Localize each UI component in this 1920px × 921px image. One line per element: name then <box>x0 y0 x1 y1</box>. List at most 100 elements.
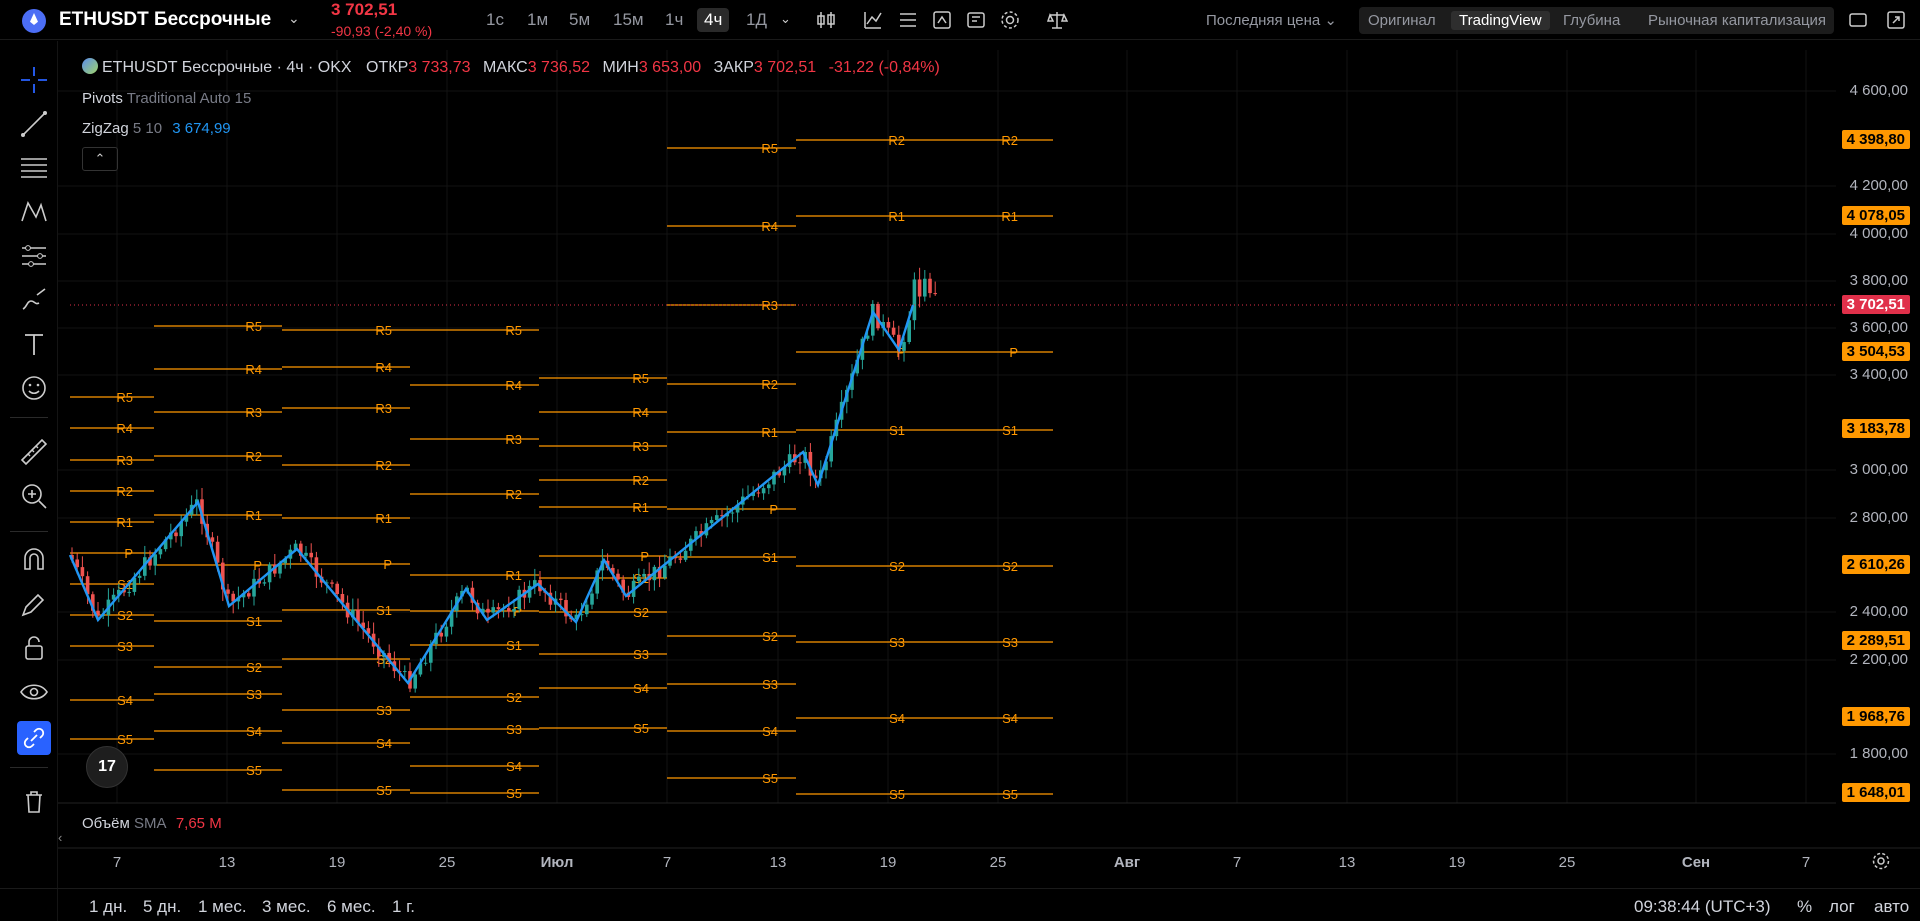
low-value: 3 653,00 <box>638 59 702 76</box>
close-label: ЗАКР <box>713 59 754 76</box>
tradingview-logo[interactable]: 17 <box>86 746 128 788</box>
pivot-label-r1: R1 <box>245 508 262 523</box>
pivot-label-r5: R5 <box>375 323 392 338</box>
zigzag-indicator[interactable]: ZigZag 5 10 3 674,99 <box>82 120 231 137</box>
percent-scale-toggle[interactable]: % <box>1797 897 1812 917</box>
pivot-label-s2: S2 <box>889 559 905 574</box>
high-value: 3 736,52 <box>527 59 590 76</box>
candle-body <box>127 591 131 593</box>
pivot-label-r3: R3 <box>632 439 649 454</box>
candle-body <box>413 674 417 689</box>
range-1d[interactable]: 1 дн. <box>89 897 127 917</box>
pivot-label-s5: S5 <box>117 732 133 747</box>
chart-grid <box>58 50 1836 803</box>
volume-legend[interactable]: Объём SMA 7,65 M <box>82 815 222 832</box>
candle-body <box>928 278 932 294</box>
pivots-indicator[interactable]: Pivots Traditional Auto 15 <box>82 90 251 107</box>
bar-change: -31,22 (-0,84%) <box>828 59 940 76</box>
time-label: 13 <box>769 854 787 871</box>
pivot-label-s1: S1 <box>762 550 778 565</box>
candle-body <box>174 532 178 537</box>
pivot-label-r5: R5 <box>761 141 778 156</box>
price-chart[interactable]: R5 R4 R3 R2 R1 P S1 S2 S3 S4 S5 R5 R4 R3 R2 R1 P S1 S2 S3 S4… <box>0 0 1920 921</box>
candle-body <box>923 278 927 297</box>
candle-body <box>678 558 683 560</box>
pivot-label-r1: R1 <box>632 500 649 515</box>
pivot-label-r3: R3 <box>375 401 392 416</box>
pivot-label-s2: S2 <box>762 629 778 644</box>
pivot-label-r4: R4 <box>375 360 392 375</box>
candle-body <box>304 552 308 556</box>
candle-body <box>642 573 646 577</box>
pivot-label-s1: S1 <box>246 614 262 629</box>
candle-body <box>335 583 339 595</box>
pivot-label-r5: R5 <box>116 390 133 405</box>
time-label: 7 <box>662 854 672 871</box>
pivot-label-p: P <box>253 558 262 573</box>
candle-body <box>709 519 714 524</box>
candle-body <box>798 462 802 464</box>
candle-body <box>137 575 142 578</box>
pivot-label-s4: S4 <box>633 681 649 696</box>
range-3m[interactable]: 3 мес. <box>262 897 311 917</box>
candle-body <box>761 488 766 494</box>
price-label: 3 400,00 <box>1849 366 1908 383</box>
candle-body <box>423 662 428 664</box>
chart-settings-gear-icon[interactable] <box>1870 850 1892 872</box>
pivot-label-s5: S5 <box>633 721 649 736</box>
candle-body <box>486 608 490 613</box>
timezone-clock[interactable]: 09:38:44 (UTC+3) <box>1634 897 1771 917</box>
candle-body <box>683 550 688 560</box>
time-label: 25 <box>438 854 456 871</box>
candle-body <box>730 512 735 514</box>
log-scale-toggle[interactable]: лог <box>1829 897 1855 917</box>
candle-body <box>496 607 501 610</box>
pivot-label-r3: R3 <box>505 432 522 447</box>
candle-body <box>756 492 761 494</box>
pivot-label-s1: S1 <box>506 638 522 653</box>
candle-body <box>491 607 495 613</box>
candle-body <box>330 582 334 584</box>
pivot-price-tag: 4 078,05 <box>1841 206 1910 225</box>
candle-body <box>153 554 157 566</box>
pivot-levels: R5 R4 R3 R2 R1 P S1 S2 S3 S4 S5 R5 R4 R3 R2 R1 P S1 S2 S3 S4… <box>70 133 1053 802</box>
pivot-label-s4: S4 <box>1002 711 1018 726</box>
pivot-price-tag: 3 183,78 <box>1841 419 1910 438</box>
pivot-label-s3: S3 <box>506 722 522 737</box>
volume-name: Объём <box>82 815 130 832</box>
candle-body <box>933 293 937 295</box>
pivot-label-s2: S2 <box>633 605 649 620</box>
pivot-label-s4: S4 <box>376 736 392 751</box>
pivot-label-r4: R4 <box>761 219 778 234</box>
pivot-label-s5: S5 <box>506 786 522 801</box>
legend-title[interactable]: ETHUSDT Бессрочные · 4ч · OKX <box>102 59 352 76</box>
range-1y[interactable]: 1 г. <box>392 897 415 917</box>
range-1m[interactable]: 1 мес. <box>198 897 247 917</box>
pivot-label-s4: S4 <box>762 724 778 739</box>
price-label: 2 400,00 <box>1849 603 1908 620</box>
candle-body <box>444 626 449 637</box>
time-label: 13 <box>1338 854 1356 871</box>
collapse-legend-button[interactable]: ⌃ <box>82 147 118 171</box>
candle-body <box>917 279 922 297</box>
range-5d[interactable]: 5 дн. <box>143 897 181 917</box>
candle-body <box>891 327 896 335</box>
auto-scale-toggle[interactable]: авто <box>1874 897 1909 917</box>
pivot-label-s3: S3 <box>1002 635 1018 650</box>
time-label: 25 <box>989 854 1007 871</box>
volume-value: 7,65 M <box>175 815 222 832</box>
pivot-label-r2: R2 <box>375 458 392 473</box>
pivot-label-r5: R5 <box>505 323 522 338</box>
pivot-label-p: P <box>124 546 133 561</box>
pivot-label-s4: S4 <box>117 693 133 708</box>
time-label: 19 <box>1448 854 1466 871</box>
high-label: МАКС <box>483 59 528 76</box>
candle-body <box>886 321 891 328</box>
pivot-label-r4: R4 <box>116 421 133 436</box>
pivot-label-r1: R1 <box>761 425 778 440</box>
pivot-label-r2: R2 <box>1001 133 1018 148</box>
candle-body <box>80 567 85 577</box>
candlesticks <box>70 267 937 693</box>
range-6m[interactable]: 6 мес. <box>327 897 376 917</box>
pivot-label-r1: R1 <box>375 511 392 526</box>
